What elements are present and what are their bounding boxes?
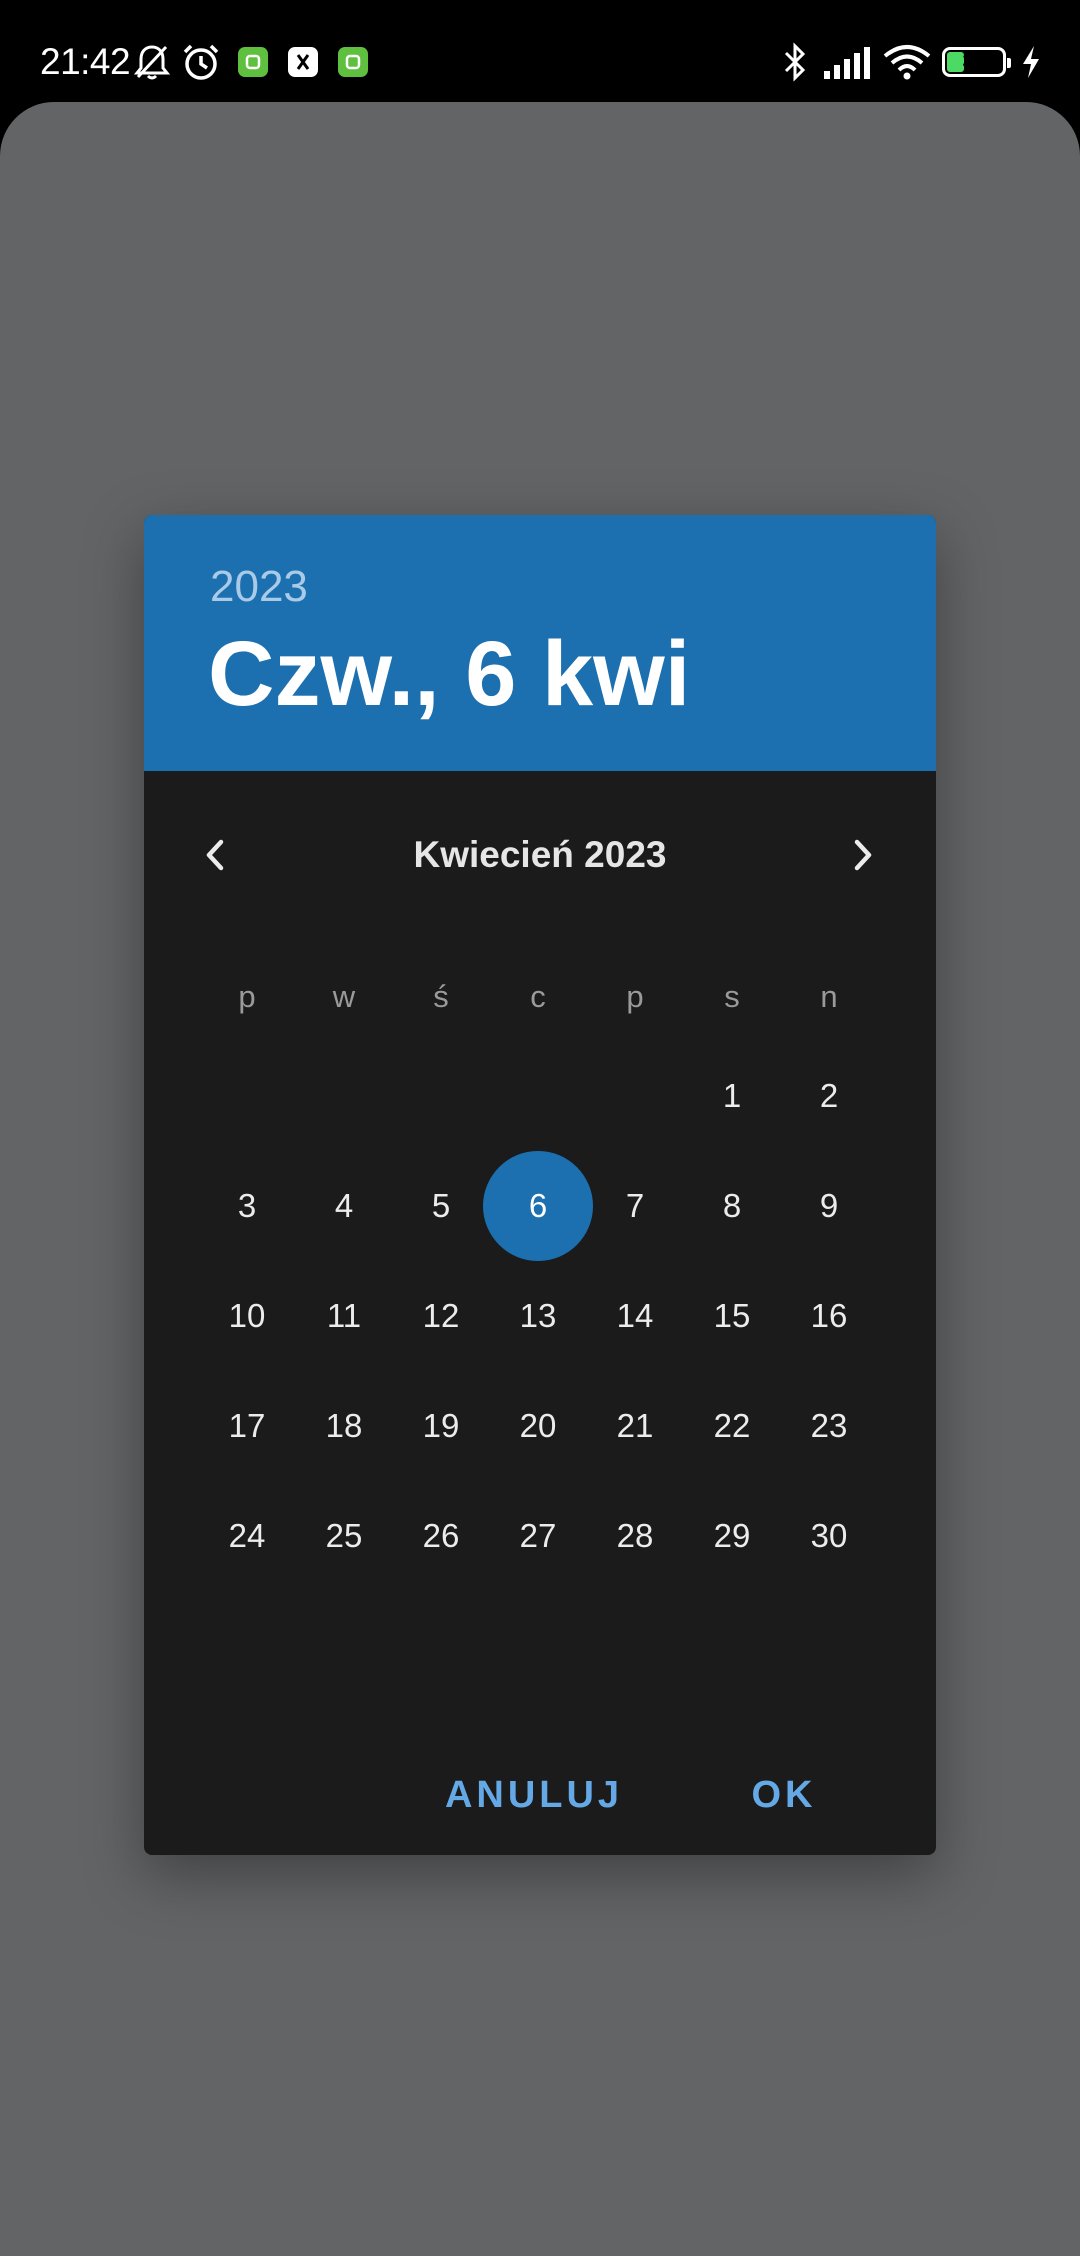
day-cell[interactable]: 1: [677, 1041, 787, 1151]
selected-day-cell[interactable]: 6: [483, 1151, 593, 1261]
day-cell[interactable]: 5: [386, 1151, 496, 1261]
day-cell[interactable]: 16: [774, 1261, 884, 1371]
day-cell[interactable]: 26: [386, 1481, 496, 1591]
weekday-label: ś: [433, 979, 449, 1014]
day-cell[interactable]: 13: [483, 1261, 593, 1371]
dialog-actions: ANULUJ OK: [144, 1755, 936, 1835]
day-cell[interactable]: 27: [483, 1481, 593, 1591]
next-month-button[interactable]: [830, 823, 894, 887]
battery-icon: 31: [942, 47, 1011, 77]
day-cell[interactable]: 30: [774, 1481, 884, 1591]
battery-level: 31: [962, 50, 986, 73]
weekday-label: s: [724, 979, 740, 1014]
day-cell[interactable]: 10: [192, 1261, 302, 1371]
day-cell[interactable]: 8: [677, 1151, 787, 1261]
weekday-label: p: [238, 979, 256, 1014]
day-cell[interactable]: 2: [774, 1041, 884, 1151]
chevron-right-icon: [854, 839, 872, 871]
day-cell[interactable]: 29: [677, 1481, 787, 1591]
day-cell[interactable]: 12: [386, 1261, 496, 1371]
month-title: Kwiecień 2023: [413, 834, 667, 875]
date-picker-dialog: 2023 Czw., 6 kwi Kwiecień 2023 p w ś c p…: [144, 515, 936, 1855]
status-bar: 21:42 31: [0, 0, 1080, 100]
header-year[interactable]: 2023: [210, 561, 308, 613]
day-cell[interactable]: 22: [677, 1371, 787, 1481]
status-time: 21:42: [40, 41, 131, 82]
day-cell[interactable]: 3: [192, 1151, 302, 1261]
weekday-label: p: [626, 979, 644, 1014]
day-cell[interactable]: 14: [580, 1261, 690, 1371]
alarm-icon: [180, 40, 222, 84]
weekday-label: c: [530, 979, 546, 1014]
day-cell[interactable]: 4: [289, 1151, 399, 1261]
charging-icon: [1016, 40, 1046, 84]
weekday-header-row: p w ś c p s n: [144, 972, 936, 1022]
day-cell[interactable]: 19: [386, 1371, 496, 1481]
wifi-icon: [882, 40, 932, 84]
day-cell[interactable]: 11: [289, 1261, 399, 1371]
signal-icon: [822, 40, 872, 84]
day-cell[interactable]: 18: [289, 1371, 399, 1481]
ok-button[interactable]: OK: [724, 1755, 844, 1835]
weekday-label: n: [820, 979, 838, 1014]
day-cell[interactable]: 9: [774, 1151, 884, 1261]
day-cell[interactable]: 24: [192, 1481, 302, 1591]
date-picker-header: 2023 Czw., 6 kwi: [144, 515, 936, 771]
bluetooth-icon: [780, 40, 810, 84]
day-cell[interactable]: 28: [580, 1481, 690, 1591]
day-cell[interactable]: 15: [677, 1261, 787, 1371]
cancel-button[interactable]: ANULUJ: [444, 1755, 624, 1835]
month-navigation: Kwiecień 2023: [144, 815, 936, 895]
day-cell[interactable]: 25: [289, 1481, 399, 1591]
header-selected-date[interactable]: Czw., 6 kwi: [208, 619, 690, 729]
day-cell[interactable]: 23: [774, 1371, 884, 1481]
app-badge-icon: [238, 40, 268, 84]
day-cell[interactable]: 7: [580, 1151, 690, 1261]
weekday-label: w: [332, 979, 356, 1014]
bell-off-icon: [132, 40, 172, 84]
day-cell[interactable]: 20: [483, 1371, 593, 1481]
day-cell[interactable]: 21: [580, 1371, 690, 1481]
app-badge-icon: [288, 40, 318, 84]
day-cell[interactable]: 17: [192, 1371, 302, 1481]
app-badge-icon: [338, 40, 368, 84]
